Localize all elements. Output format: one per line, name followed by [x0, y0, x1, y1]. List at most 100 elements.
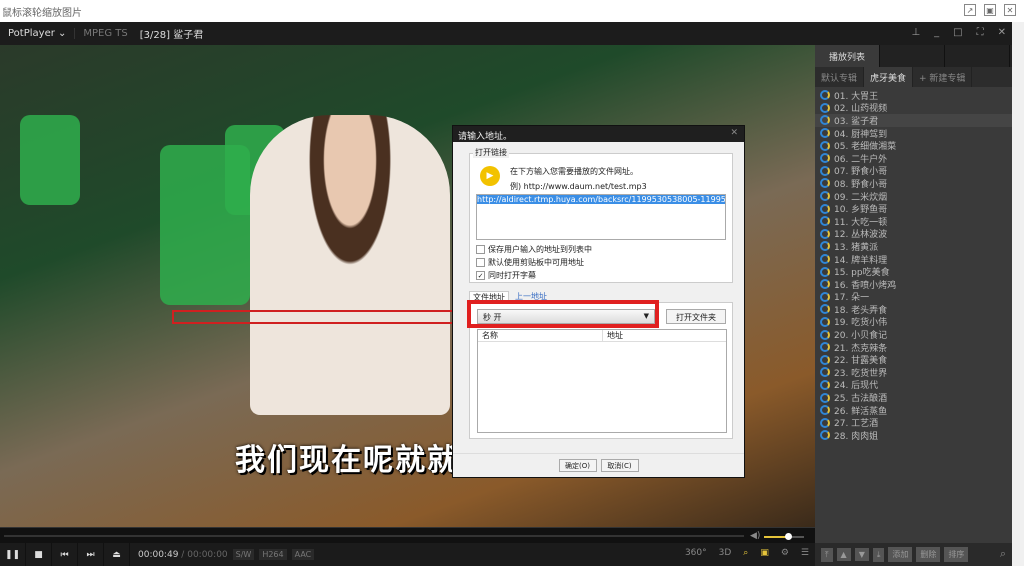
- settings-gear-icon[interactable]: ⚙: [781, 548, 789, 558]
- playlist-item[interactable]: 22. 甘露美食: [815, 353, 1012, 366]
- column-address[interactable]: 地址: [603, 330, 623, 341]
- move-bottom-button[interactable]: ⤓: [872, 547, 885, 562]
- checkbox-box[interactable]: [476, 258, 485, 267]
- tab-empty-1[interactable]: [880, 45, 945, 67]
- minimize-icon[interactable]: _: [934, 27, 939, 38]
- ie-link-icon: [820, 304, 830, 315]
- playlist-item[interactable]: 05. 老细做湘菜: [815, 139, 1012, 152]
- album-default[interactable]: 默认专辑: [815, 67, 865, 87]
- sort-button[interactable]: 排序: [944, 547, 969, 562]
- open-subtitle-checkbox[interactable]: ✓ 同时打开字幕: [476, 270, 536, 281]
- fullscreen-icon[interactable]: ⛶: [977, 27, 984, 38]
- playlist-item[interactable]: 26. 鲜活蒸鱼: [815, 404, 1012, 417]
- playlist-item[interactable]: 02. 山药视频: [815, 102, 1012, 114]
- playlist-item[interactable]: 15. pp吃美食: [815, 265, 1012, 278]
- seek-track[interactable]: [4, 535, 744, 537]
- playlist-item[interactable]: 16. 香喷小烤鸡: [815, 278, 1012, 291]
- playlist-item-label: 11. 大吃一顿: [834, 217, 888, 228]
- previous-button[interactable]: ⏮: [52, 543, 78, 566]
- ie-link-icon: [820, 329, 830, 340]
- move-up-button[interactable]: ▲: [836, 548, 851, 561]
- album-huya[interactable]: 虎牙美食: [864, 67, 914, 87]
- playlist-item[interactable]: 01. 大胃王: [815, 89, 1012, 102]
- playlist-item[interactable]: 06. 二牛户外: [815, 152, 1012, 165]
- playlist-item[interactable]: 18. 老头弄食: [815, 303, 1012, 316]
- video-codec-tag[interactable]: H264: [259, 549, 287, 560]
- volume-icon[interactable]: ◀): [750, 531, 760, 541]
- playlist-item[interactable]: 24. 后现代: [815, 379, 1012, 392]
- restore-icon[interactable]: ▣: [984, 4, 996, 16]
- seek-bar[interactable]: ◀): [0, 527, 815, 543]
- playlist-item-label: 16. 香喷小烤鸡: [834, 280, 897, 291]
- next-button[interactable]: ⏭: [78, 543, 104, 566]
- playlist-item[interactable]: 14. 牌羊料理: [815, 253, 1012, 266]
- column-name[interactable]: 名称: [478, 330, 603, 341]
- playlist-item[interactable]: 04. 厨神驾到: [815, 127, 1012, 140]
- checkbox-box-checked[interactable]: ✓: [476, 271, 485, 280]
- playlist-item[interactable]: 03. 鲨子君: [815, 114, 1012, 127]
- volume-knob[interactable]: [785, 533, 792, 540]
- tab-empty-2[interactable]: [945, 45, 1010, 67]
- close-icon[interactable]: ✕: [998, 27, 1006, 38]
- close-icon[interactable]: ✕: [1004, 4, 1016, 16]
- playlist-item[interactable]: 25. 古法酿酒: [815, 391, 1012, 404]
- cancel-button[interactable]: 取消(C): [600, 459, 639, 472]
- menu-icon[interactable]: ☰: [801, 548, 809, 558]
- stop-button[interactable]: ■: [26, 543, 52, 566]
- capture-search-icon[interactable]: ⌕: [743, 548, 748, 558]
- checkbox-box[interactable]: [476, 245, 485, 254]
- decoder-tag[interactable]: S/W: [232, 549, 255, 560]
- playlist-item-label: 20. 小贝食记: [834, 331, 888, 342]
- popout-icon[interactable]: ↗: [964, 4, 976, 16]
- ie-link-icon: [820, 279, 830, 290]
- vr360-button[interactable]: 360°: [685, 548, 707, 558]
- playlist-item-label: 07. 野食小哥: [834, 167, 888, 178]
- pause-button[interactable]: ❚❚: [0, 543, 26, 566]
- playlist-item-label: 18. 老头弄食: [834, 305, 888, 316]
- playlist-item[interactable]: 19. 吃货小伟: [815, 316, 1012, 329]
- playlist-item[interactable]: 17. 朵一: [815, 291, 1012, 303]
- video-person: [250, 115, 450, 415]
- playlist-item-label: 09. 二米炊烟: [834, 192, 888, 203]
- playlist-item-label: 24. 后现代: [834, 381, 879, 392]
- playlist-item[interactable]: 23. 吃货世界: [815, 366, 1012, 379]
- playlist-item[interactable]: 20. 小贝食记: [815, 328, 1012, 341]
- playlist-item[interactable]: 27. 工艺酒: [815, 416, 1012, 429]
- audio-codec-tag[interactable]: AAC: [291, 549, 315, 560]
- playlist-item[interactable]: 09. 二米炊烟: [815, 190, 1012, 203]
- open-folder-button[interactable]: 打开文件夹: [666, 309, 726, 324]
- app-menu[interactable]: PotPlayer ⌄: [0, 28, 74, 39]
- playlist-item[interactable]: 13. 猪黄派: [815, 240, 1012, 253]
- move-top-button[interactable]: ⤒: [821, 547, 833, 562]
- move-down-button[interactable]: ▼: [854, 548, 869, 561]
- playlist-item[interactable]: 28. 肉肉姐: [815, 429, 1012, 442]
- search-icon[interactable]: ⌕: [1000, 547, 1006, 561]
- playlist-toggle-icon[interactable]: ▣: [760, 548, 769, 558]
- pin-icon[interactable]: ⊥: [911, 27, 920, 38]
- window-border: [1012, 22, 1024, 566]
- playlist-item[interactable]: 07. 野食小哥: [815, 165, 1012, 178]
- album-new[interactable]: + 新建专辑: [913, 67, 973, 87]
- delete-button[interactable]: 删除: [916, 547, 941, 562]
- playlist-item-label: 19. 吃货小伟: [834, 318, 888, 329]
- close-icon[interactable]: ✕: [730, 128, 738, 138]
- 3d-button[interactable]: 3D: [719, 548, 732, 558]
- playlist-item-label: 27. 工艺酒: [834, 419, 879, 430]
- use-clipboard-checkbox[interactable]: 默认使用剪贴板中可用地址: [476, 257, 584, 268]
- add-button[interactable]: 添加: [888, 547, 913, 562]
- url-input[interactable]: http://aldirect.rtmp.huya.com/backsrc/11…: [476, 194, 726, 240]
- address-list[interactable]: 名称 地址: [477, 329, 727, 433]
- playlist-item[interactable]: 12. 丛林波波: [815, 228, 1012, 240]
- maximize-icon[interactable]: □: [953, 27, 962, 38]
- tab-playlist[interactable]: 播放列表: [815, 45, 880, 67]
- ie-link-icon: [820, 140, 830, 151]
- playlist-item[interactable]: 10. 乡野鱼哥: [815, 202, 1012, 215]
- window-controls: ↗ ▣ ✕: [964, 4, 1016, 16]
- playlist-item[interactable]: 21. 杰克辣条: [815, 341, 1012, 354]
- playlist-item[interactable]: 08. 野食小哥: [815, 177, 1012, 190]
- eject-button[interactable]: ⏏: [104, 543, 130, 566]
- ok-button[interactable]: 确定(O): [558, 459, 597, 472]
- playlist-item[interactable]: 11. 大吃一顿: [815, 215, 1012, 228]
- save-to-list-checkbox[interactable]: 保存用户输入的地址到列表中: [476, 244, 592, 255]
- volume-slider[interactable]: [764, 533, 804, 540]
